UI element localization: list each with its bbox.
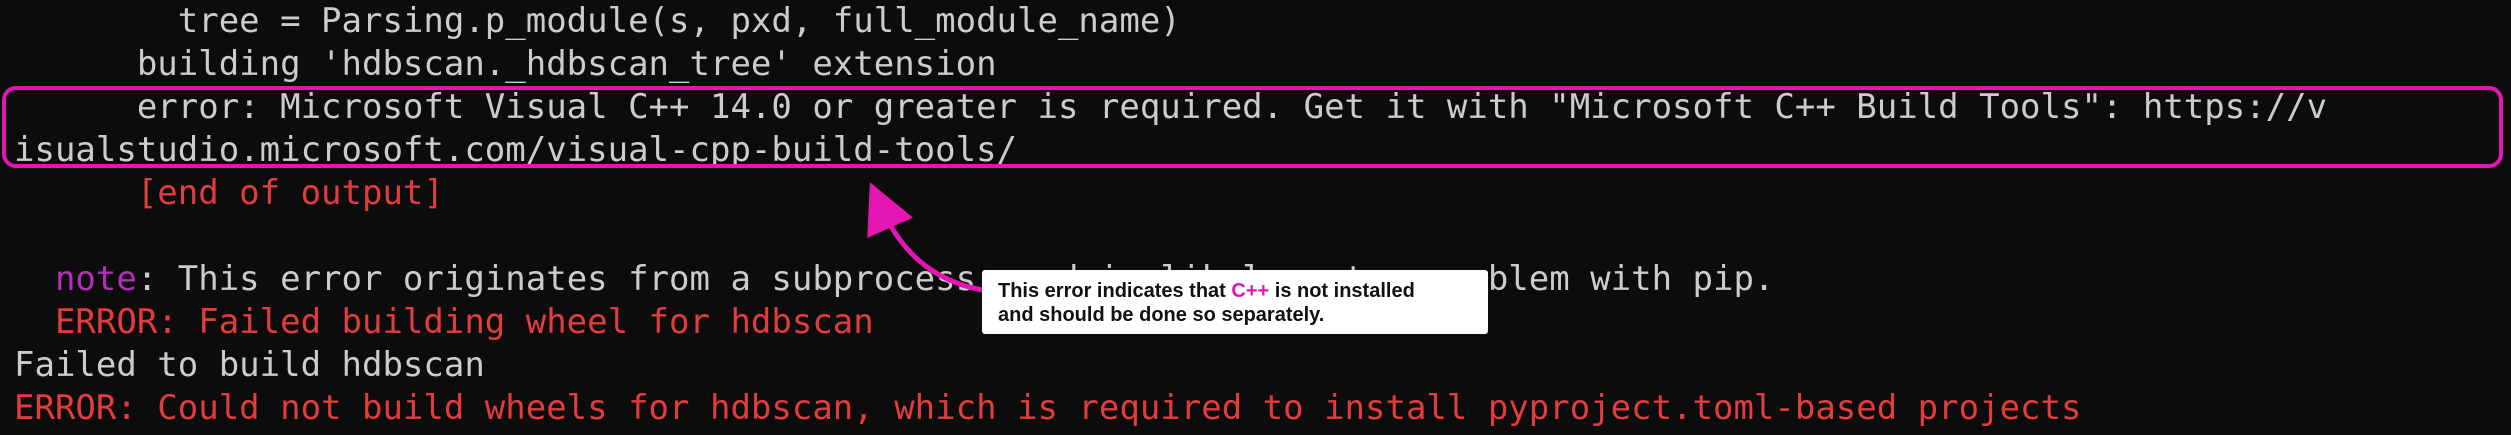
callout-text-3: and should be done so separately. (998, 304, 1325, 326)
callout-accent: C++ (1231, 280, 1270, 302)
callout-text-2: is not installed (1269, 280, 1415, 302)
callout-arrow-icon (867, 182, 983, 293)
callout-text-1: This error indicates that (998, 280, 1232, 302)
annotation-callout: This error indicates that C++ is not ins… (982, 270, 1488, 334)
